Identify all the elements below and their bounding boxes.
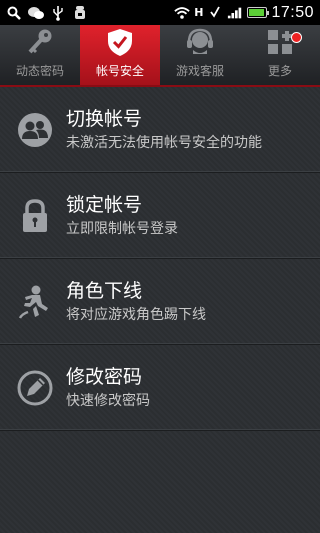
menu-item-title: 锁定帐号 — [66, 193, 143, 216]
menu-item-kick-character[interactable]: 角色下线 将对应游戏角色踢下线 — [0, 259, 320, 345]
status-bar-notifications — [0, 5, 88, 21]
empty-background — [0, 431, 320, 533]
usb-icon — [50, 5, 66, 21]
tab-label: 游戏客服 — [175, 64, 224, 78]
headset-icon — [184, 26, 216, 58]
tab-label: 更多 — [267, 64, 292, 78]
data-type-label: H — [194, 6, 204, 19]
menu-item-title: 角色下线 — [66, 279, 143, 302]
status-bar-system: H 17:50 — [174, 4, 320, 22]
key-icon — [24, 26, 56, 58]
tab-account-security[interactable]: 帐号安全 — [80, 25, 160, 85]
account-security-menu: 切换帐号 未激活无法使用帐号安全的功能 锁定帐号 立即限制帐号登录 角色下线 将… — [0, 87, 320, 431]
edit-password-icon — [16, 369, 54, 407]
menu-item-change-password[interactable]: 修改密码 快速修改密码 — [0, 345, 320, 431]
menu-item-subtitle: 将对应游戏角色踢下线 — [66, 306, 206, 323]
notification-badge — [291, 32, 302, 43]
menu-item-subtitle: 快速修改密码 — [66, 392, 150, 409]
wifi-icon — [174, 5, 190, 21]
data-h-icon — [207, 5, 223, 21]
status-bar: H 17:50 — [0, 0, 320, 25]
tab-label: 帐号安全 — [95, 64, 144, 78]
tab-bar: 动态密码 帐号安全 游戏客服 更多 — [0, 25, 320, 87]
tab-more[interactable]: 更多 — [240, 25, 320, 85]
grid-plus-icon — [264, 26, 296, 58]
battery-level — [249, 9, 264, 16]
battery-icon — [247, 7, 270, 18]
menu-item-title: 修改密码 — [66, 365, 143, 388]
wechat-icon — [28, 5, 44, 21]
menu-item-switch-account[interactable]: 切换帐号 未激活无法使用帐号安全的功能 — [0, 87, 320, 173]
tab-dynamic-password[interactable]: 动态密码 — [0, 25, 80, 85]
signal-icon — [227, 5, 243, 21]
search-icon — [6, 5, 22, 21]
menu-item-lock-account[interactable]: 锁定帐号 立即限制帐号登录 — [0, 173, 320, 259]
menu-item-title: 切换帐号 — [66, 107, 143, 130]
switch-account-icon — [16, 111, 54, 149]
clock: 17:50 — [271, 3, 314, 21]
tab-game-support[interactable]: 游戏客服 — [160, 25, 240, 85]
menu-item-subtitle: 立即限制帐号登录 — [66, 220, 178, 237]
shield-check-icon — [104, 26, 136, 58]
tab-label: 动态密码 — [15, 64, 64, 78]
android-debug-icon — [72, 5, 88, 21]
lock-icon — [16, 197, 54, 235]
kick-character-icon — [16, 283, 54, 321]
menu-item-subtitle: 未激活无法使用帐号安全的功能 — [66, 134, 262, 151]
